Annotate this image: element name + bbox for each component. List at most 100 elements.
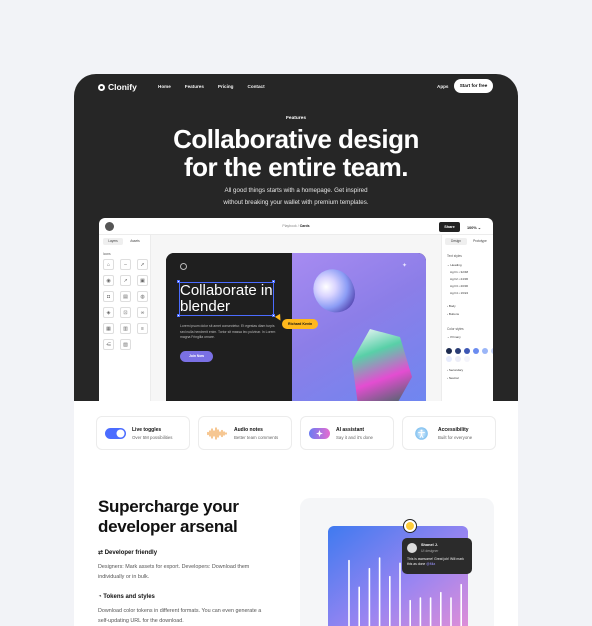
design-canvas[interactable]: Collaborate in blender Lorem ipsum dolor… bbox=[151, 235, 441, 401]
secondary-group[interactable]: › Secondary bbox=[447, 368, 463, 372]
accessibility-icon bbox=[415, 427, 428, 440]
tokens-styles-title: ◔ Tokens and styles bbox=[98, 594, 155, 600]
text-style-h3[interactable]: Ag h3 • 20/30 bbox=[450, 284, 468, 288]
left-panel: Layers Assets Icons ⌂ – ➚ ◉ ↗ ▣ ◘ ▤ ◍ ◈ … bbox=[99, 235, 151, 401]
color-swatch[interactable] bbox=[464, 356, 470, 362]
breadcrumb-current: Cards bbox=[299, 224, 310, 228]
color-swatch[interactable] bbox=[446, 348, 452, 354]
feature-card-ai-assistant[interactable]: AI assistant Say it and it's done bbox=[300, 416, 394, 450]
design-card-body: Lorem ipsum dolor sit amet consectetur. … bbox=[180, 324, 276, 339]
logo[interactable]: Clonify bbox=[98, 82, 137, 92]
tab-layers[interactable]: Layers bbox=[103, 238, 123, 245]
color-swatch[interactable] bbox=[482, 348, 488, 354]
neutral-group[interactable]: › Neutral bbox=[447, 376, 459, 380]
text-style-h1[interactable]: Ag h1 • 32/48 bbox=[450, 270, 468, 274]
toggle-icon bbox=[105, 428, 126, 439]
developer-friendly-desc: Designers: Mark assets for export. Devel… bbox=[98, 564, 250, 580]
share-icon[interactable]: ⋲ bbox=[103, 339, 114, 350]
collaborator-cursor-tag: Richard Kevin bbox=[282, 319, 319, 329]
design-card-title[interactable]: Collaborate in blender bbox=[180, 283, 273, 315]
comment-message: This is awesome! Great job! Will mark th… bbox=[407, 557, 469, 567]
hero-title-line2: for the entire team. bbox=[183, 152, 409, 182]
trend-icon[interactable]: ↗ bbox=[120, 275, 131, 286]
comment-text: This is awesome! Great job! Will mark th… bbox=[407, 557, 464, 566]
left-panel-tabs: Layers Assets bbox=[103, 238, 145, 245]
commenter-name: Shonel J. bbox=[421, 543, 438, 547]
home-icon[interactable]: ⌂ bbox=[103, 259, 114, 270]
color-swatch[interactable] bbox=[473, 348, 479, 354]
developer-friendly-label: Developer friendly bbox=[104, 550, 158, 556]
crystal-image bbox=[352, 329, 412, 401]
buttons-group[interactable]: › Buttons bbox=[447, 312, 459, 316]
comment-pin-icon[interactable] bbox=[404, 520, 416, 532]
design-card[interactable]: Collaborate in blender Lorem ipsum dolor… bbox=[166, 253, 426, 401]
body-group[interactable]: › Body bbox=[447, 304, 456, 308]
hero-title: Collaborative design for the entire team… bbox=[74, 125, 518, 181]
hero-subtitle-line2: without breaking your wallet with premiu… bbox=[223, 199, 369, 206]
calendar-icon[interactable]: ▣ bbox=[137, 275, 148, 286]
user-icon[interactable]: ◍ bbox=[137, 291, 148, 302]
join-now-button[interactable]: Join Now bbox=[180, 351, 213, 362]
nav-link-features[interactable]: Features bbox=[185, 84, 204, 89]
feature-desc: Built for everyone bbox=[438, 435, 473, 440]
zoom-level[interactable]: 100% ⌄ bbox=[467, 225, 481, 230]
feature-card-audio-notes[interactable]: Audio notes Better team comments bbox=[198, 416, 292, 450]
share-button[interactable]: Share bbox=[439, 222, 460, 232]
primary-group[interactable]: ⌄ Primary bbox=[447, 335, 461, 339]
tab-assets[interactable]: Assets bbox=[125, 238, 145, 245]
feature-card-live-toggles[interactable]: Live toggles Over 5M possibilities bbox=[96, 416, 190, 450]
body-group-label: Body bbox=[448, 304, 456, 308]
icons-section-label: Icons bbox=[103, 252, 111, 256]
palette-icon: ◔ bbox=[98, 594, 102, 600]
app-preview-window: Playbook / Cards Share 100% ⌄ Layers Ass… bbox=[99, 218, 493, 401]
comment-tooltip[interactable]: Shonel J. UI designer This is awesome! G… bbox=[402, 538, 472, 574]
list-icon[interactable]: ≡ bbox=[137, 323, 148, 334]
chart-card: Shonel J. UI designer This is awesome! G… bbox=[300, 498, 494, 626]
waveform-icon bbox=[207, 427, 227, 440]
tokens-styles-desc: Download color tokens in different forma… bbox=[98, 608, 262, 624]
buttons-group-label: Buttons bbox=[448, 312, 460, 316]
nav-link-home[interactable]: Home bbox=[158, 84, 171, 89]
minus-icon[interactable]: – bbox=[120, 259, 131, 270]
text-styles-label: Text styles bbox=[447, 254, 462, 258]
nav-link-contact[interactable]: Contact bbox=[248, 84, 265, 89]
color-swatch[interactable] bbox=[446, 356, 452, 362]
feature-desc: Say it and it's done bbox=[336, 435, 373, 440]
developer-friendly-title: ⇄ Developer friendly bbox=[98, 549, 157, 556]
link-icon[interactable]: ∞ bbox=[137, 307, 148, 318]
mention-link[interactable]: @Mia bbox=[426, 562, 435, 566]
arrows-icon: ⇄ bbox=[98, 550, 104, 556]
color-swatch[interactable] bbox=[455, 356, 461, 362]
feature-title: AI assistant bbox=[336, 427, 365, 433]
color-swatches bbox=[446, 348, 493, 362]
tag-icon[interactable]: ◈ bbox=[103, 307, 114, 318]
archive-icon[interactable]: ▥ bbox=[120, 323, 131, 334]
image-icon[interactable]: ▧ bbox=[120, 339, 131, 350]
feature-title: Audio notes bbox=[234, 427, 263, 433]
brand-name: Clonify bbox=[108, 82, 137, 92]
heading-group[interactable]: ⌄ Heading bbox=[447, 263, 462, 267]
color-swatch[interactable] bbox=[491, 348, 493, 354]
tab-design[interactable]: Design bbox=[445, 238, 467, 245]
clipboard-icon[interactable]: ▤ bbox=[120, 291, 131, 302]
feature-desc: Better team comments bbox=[234, 435, 279, 440]
tab-prototype[interactable]: Prototype bbox=[469, 238, 491, 245]
breadcrumb-parent[interactable]: Playbook / bbox=[282, 224, 299, 228]
start-for-free-button[interactable]: Start for free bbox=[454, 79, 493, 93]
commenter-avatar bbox=[407, 543, 417, 553]
color-swatch[interactable] bbox=[464, 348, 470, 354]
feature-cards: Live toggles Over 5M possibilities Audio… bbox=[96, 416, 496, 450]
eye-icon[interactable]: ◉ bbox=[103, 275, 114, 286]
color-swatch[interactable] bbox=[455, 348, 461, 354]
text-style-h2[interactable]: Ag h2 • 24/36 bbox=[450, 277, 468, 281]
cart-icon[interactable]: ⊡ bbox=[120, 307, 131, 318]
text-style-h4[interactable]: Ag h4 • 16/24 bbox=[450, 291, 468, 295]
send-icon[interactable]: ➚ bbox=[137, 259, 148, 270]
feature-card-accessibility[interactable]: Accessibility Built for everyone bbox=[402, 416, 496, 450]
breadcrumb: Playbook / Cards bbox=[99, 224, 493, 228]
gift-icon[interactable]: ▦ bbox=[103, 323, 114, 334]
nav-link-pricing[interactable]: Pricing bbox=[218, 84, 234, 89]
neutral-group-label: Neutral bbox=[448, 376, 459, 380]
lock-icon[interactable]: ◘ bbox=[103, 291, 114, 302]
nav-link-apps[interactable]: Apps bbox=[437, 84, 448, 89]
